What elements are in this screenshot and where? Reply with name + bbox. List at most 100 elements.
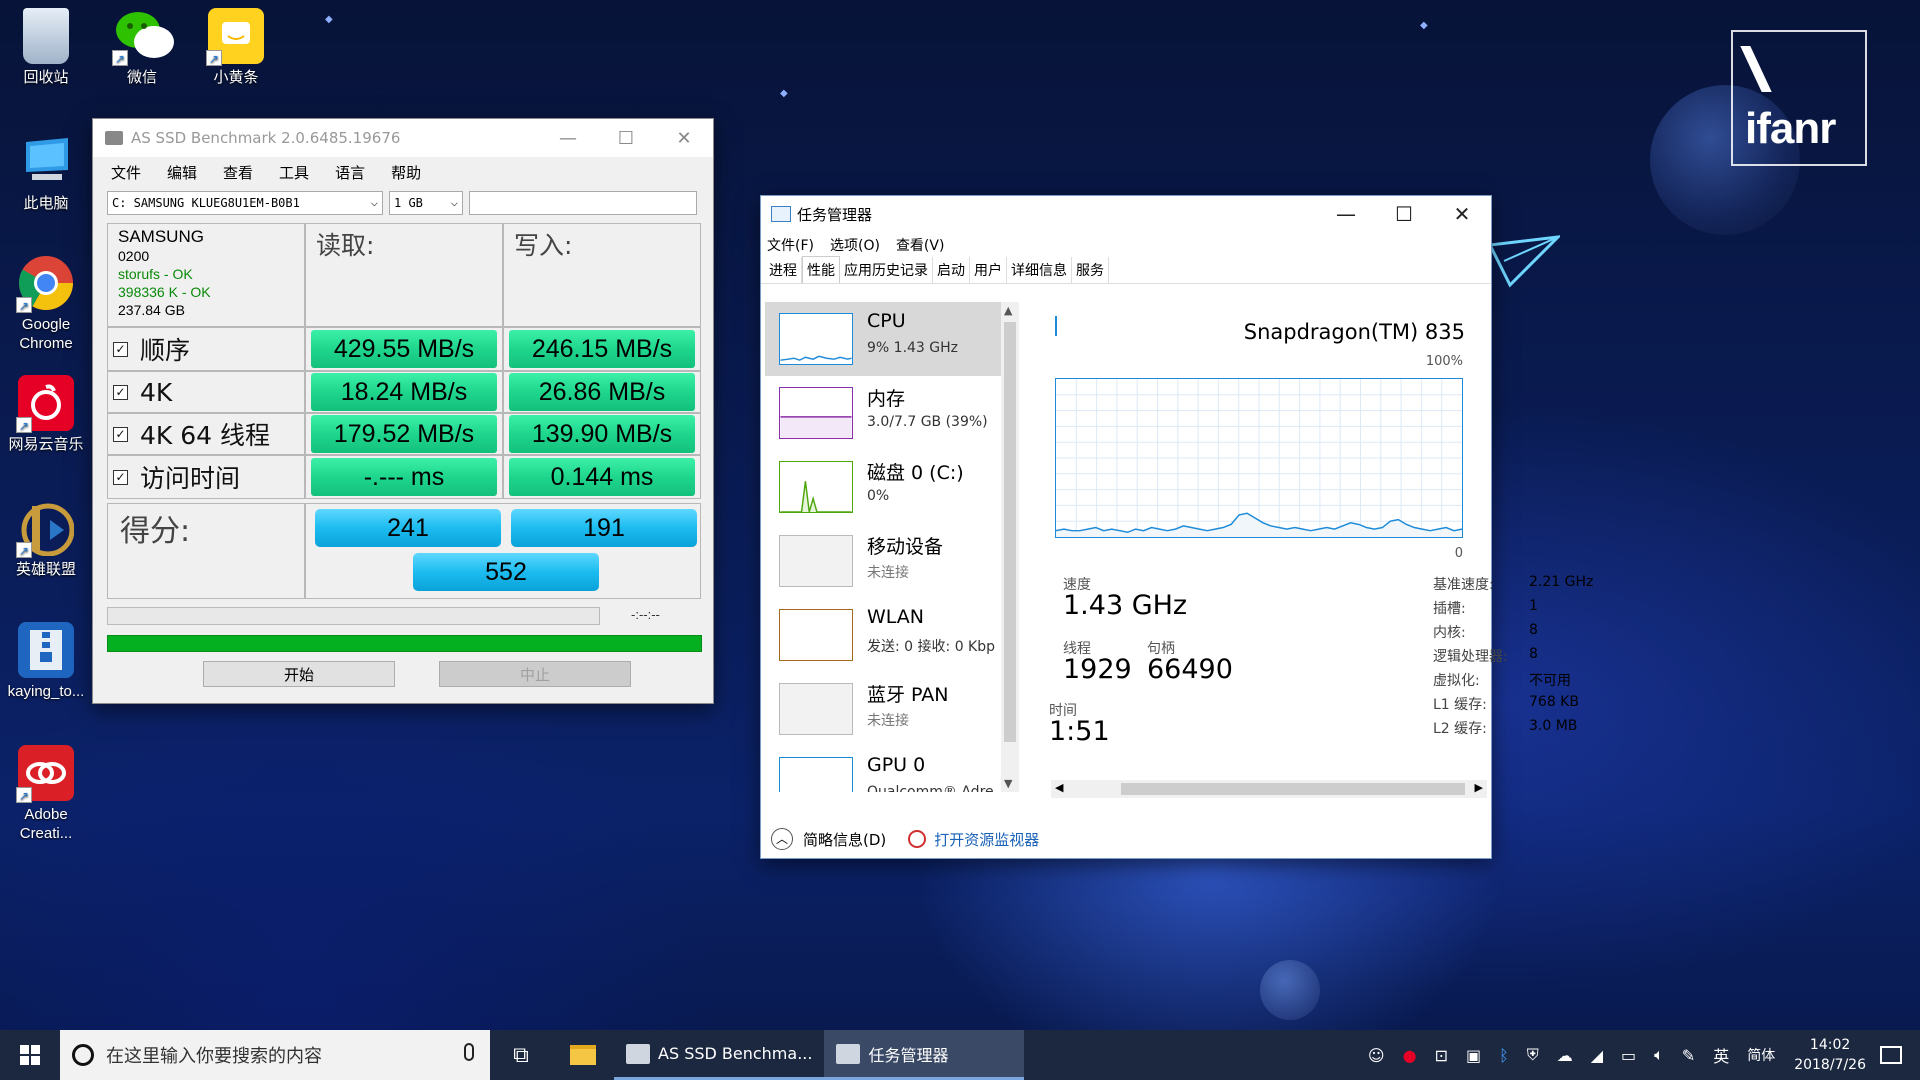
tab-app-history[interactable]: 应用历史记录 (840, 257, 933, 283)
menu-help[interactable]: 帮助 (391, 162, 421, 183)
sidebar-item-gpu[interactable]: GPU 0 Qualcomm® Adre (765, 746, 1001, 792)
chevron-up-icon[interactable]: ︿ (771, 828, 793, 850)
start-button[interactable] (0, 1030, 60, 1080)
cellular-icon[interactable]: ◢ (1591, 1046, 1603, 1065)
write-header: 写入: (514, 231, 573, 260)
maximize-button[interactable]: ☐ (1375, 202, 1433, 226)
desktop-icon-adobe-cc[interactable]: ↗ Adobe Creati... (0, 745, 92, 843)
resource-monitor-icon (908, 830, 927, 848)
ifanr-watermark: ifanr (1731, 30, 1867, 166)
desktop-icon-netease-music[interactable]: ↗ 网易云音乐 (0, 375, 92, 454)
volume-icon[interactable]: 🔈︎ (1654, 1045, 1664, 1065)
memory-thumbnail-graph (779, 387, 853, 439)
minimize-button[interactable]: — (1317, 202, 1375, 226)
task-view-button[interactable]: ⧉ (490, 1030, 552, 1080)
sidebar-item-mobile[interactable]: 移动设备 未连接 (765, 524, 1001, 598)
chevron-up-icon[interactable]: ▲ (1004, 304, 1012, 317)
desktop-icon-this-pc[interactable]: 此电脑 (0, 134, 92, 213)
taskbar-app-as-ssd[interactable]: AS SSD Benchma... (614, 1030, 825, 1080)
star-decoration: ◆ (1420, 20, 1428, 31)
battery-icon[interactable]: ▭ (1621, 1046, 1636, 1065)
read-header: 读取: (316, 231, 375, 260)
close-button[interactable]: ✕ (655, 128, 713, 149)
access-checkbox[interactable]: ✓ (113, 469, 128, 485)
sidebar-item-disk[interactable]: 磁盘 0 (C:) 0% (765, 450, 1001, 524)
start-button[interactable]: 开始 (203, 661, 395, 687)
sidebar-item-memory[interactable]: 内存 3.0/7.7 GB (39%) (765, 376, 1001, 450)
drive-select[interactable]: C: SAMSUNG KLUEG8U1EM-B0B1 ⌵ (107, 191, 383, 215)
tab-details[interactable]: 详细信息 (1007, 257, 1072, 283)
desktop-icon-wechat[interactable]: ↗ 微信 (96, 8, 188, 87)
task-manager-footer: ︿ 简略信息(D) 打开资源监视器 (761, 818, 1491, 860)
minimize-button[interactable]: — (539, 128, 597, 149)
result-name-field[interactable] (469, 191, 697, 215)
tab-startup[interactable]: 启动 (933, 257, 970, 283)
drive-alignment-status: 398336 K - OK (118, 284, 211, 300)
stop-button[interactable]: 中止 (439, 661, 631, 687)
as-ssd-titlebar[interactable]: AS SSD Benchmark 2.0.6485.19676 — ☐ ✕ (93, 119, 713, 157)
desktop-icon-lol[interactable]: ↗ 英雄联盟 (0, 500, 92, 579)
sidebar-item-label: CPU (867, 310, 906, 332)
microphone-icon[interactable] (464, 1043, 474, 1061)
open-resource-monitor-link[interactable]: 打开资源监视器 (934, 829, 1039, 850)
scrollbar-thumb[interactable] (1121, 783, 1465, 795)
tray-app-icon[interactable]: ⊡ (1435, 1046, 1448, 1065)
menu-options[interactable]: 选项(O) (830, 235, 880, 255)
pen-icon[interactable]: ✎ (1682, 1046, 1695, 1065)
menu-tools[interactable]: 工具 (279, 162, 309, 183)
maximize-button[interactable]: ☐ (597, 128, 655, 149)
sidebar-item-bluetooth-pan[interactable]: 蓝牙 PAN 未连接 (765, 672, 1001, 746)
as-ssd-window: AS SSD Benchmark 2.0.6485.19676 — ☐ ✕ 文件… (92, 118, 714, 704)
taskbar-clock[interactable]: 14:02 2018/7/26 (1794, 1035, 1866, 1075)
tab-processes[interactable]: 进程 (765, 257, 802, 283)
menu-edit[interactable]: 编辑 (167, 162, 197, 183)
read-header-cell: 读取: (305, 223, 503, 327)
chevron-left-icon[interactable]: ◀ (1055, 781, 1063, 794)
menu-file[interactable]: 文件(F) (767, 235, 814, 255)
drive-firmware: 0200 (118, 248, 150, 264)
menu-view[interactable]: 查看 (223, 162, 253, 183)
chevron-right-icon[interactable]: ▶ (1475, 781, 1483, 794)
onedrive-icon[interactable]: ☁ (1557, 1046, 1573, 1065)
desktop-icon-chrome[interactable]: ↗ Google Chrome (0, 255, 92, 353)
menu-file[interactable]: 文件 (111, 162, 141, 183)
chevron-down-icon[interactable]: ▼ (1004, 777, 1012, 790)
file-explorer-button[interactable] (552, 1030, 614, 1080)
desktop-icon-archive[interactable]: kaying_to... (0, 622, 92, 701)
star-decoration: ◆ (325, 14, 333, 25)
as-ssd-app-icon (105, 131, 123, 145)
ime-mode[interactable]: 简体 (1747, 1045, 1775, 1065)
netease-tray-icon[interactable]: ● (1403, 1046, 1417, 1065)
desktop-icon-sticky-note[interactable]: ↗ 小黄条 (190, 8, 282, 87)
sidebar-item-cpu[interactable]: CPU 9% 1.43 GHz (765, 302, 1001, 376)
sidebar-item-wlan[interactable]: WLAN 发送: 0 接收: 0 Kbp (765, 598, 1001, 672)
close-button[interactable]: ✕ (1433, 202, 1491, 226)
4k64-checkbox[interactable]: ✓ (113, 426, 128, 442)
size-select[interactable]: 1 GB ⌵ (389, 191, 463, 215)
tab-performance[interactable]: 性能 (802, 256, 840, 283)
scrollbar-thumb[interactable] (1004, 322, 1016, 742)
4k-checkbox[interactable]: ✓ (113, 384, 128, 400)
bluetooth-icon[interactable]: ᛒ (1499, 1046, 1509, 1065)
menu-language[interactable]: 语言 (335, 162, 365, 183)
tab-users[interactable]: 用户 (970, 257, 1007, 283)
wlan-thumbnail-graph (779, 609, 853, 661)
tab-services[interactable]: 服务 (1072, 257, 1109, 283)
security-shield-icon[interactable]: ⛨ (1527, 1045, 1539, 1065)
detail-horizontal-scrollbar[interactable]: ◀ ▶ (1051, 780, 1487, 798)
access-write-result: 0.144 ms (509, 458, 695, 496)
desktop-icon-recycle-bin[interactable]: 回收站 (0, 8, 92, 87)
fewer-details-link[interactable]: 简略信息(D) (803, 829, 886, 850)
menu-view[interactable]: 查看(V) (896, 235, 945, 255)
seq-checkbox[interactable]: ✓ (113, 341, 128, 357)
ime-language[interactable]: 英 (1713, 1043, 1729, 1067)
action-center-icon[interactable] (1880, 1046, 1902, 1064)
task-manager-titlebar[interactable]: 任务管理器 — ☐ ✕ (761, 196, 1491, 232)
cortana-icon (72, 1044, 94, 1066)
tray-app-icon[interactable]: ▣ (1466, 1046, 1481, 1065)
sidebar-scrollbar[interactable]: ▲ ▼ (1001, 302, 1019, 792)
taskbar-search-box[interactable]: 在这里输入你要搜索的内容 (60, 1030, 490, 1080)
taskbar-app-task-manager[interactable]: 任务管理器 (824, 1030, 1025, 1080)
sidebar-item-value: Qualcomm® Adre (867, 784, 994, 792)
people-icon[interactable]: ☺ (1368, 1046, 1385, 1065)
